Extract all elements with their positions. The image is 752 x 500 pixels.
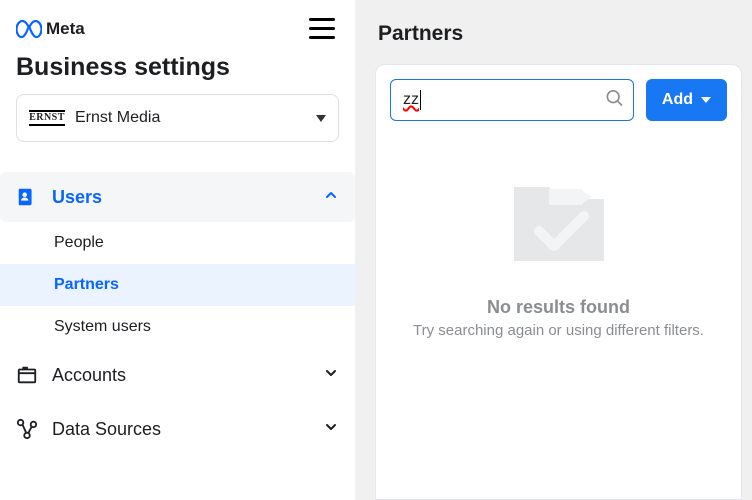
users-icon — [16, 186, 38, 208]
sidebar-item-system-users[interactable]: System users — [0, 306, 355, 348]
chevron-up-icon — [323, 187, 339, 208]
search-input[interactable]: zz — [390, 79, 634, 121]
account-picker[interactable]: ERNST Ernst Media — [16, 94, 339, 142]
sidebar: Meta Business settings ERNST Ernst Media — [0, 0, 355, 500]
chevron-down-icon — [323, 419, 339, 440]
sidebar-item-people[interactable]: People — [0, 222, 355, 264]
sidebar-section-label: Accounts — [52, 365, 126, 386]
partners-panel: zz Add No results fou — [375, 64, 742, 500]
account-logo: ERNST — [29, 108, 65, 128]
account-name: Ernst Media — [75, 109, 160, 127]
search-input-wrap: zz — [390, 79, 634, 121]
empty-title: No results found — [487, 297, 630, 318]
caret-down-icon — [316, 115, 326, 122]
accounts-icon — [16, 364, 38, 386]
sidebar-section-label: Data Sources — [52, 419, 161, 440]
text-caret — [420, 90, 421, 110]
page-title: Business settings — [16, 53, 339, 82]
caret-down-icon — [701, 97, 711, 103]
menu-icon[interactable] — [305, 14, 339, 43]
search-value: zz — [403, 91, 419, 109]
add-button[interactable]: Add — [646, 79, 727, 121]
sidebar-nav: Users People Partners System users — [0, 172, 355, 456]
meta-infinity-icon — [16, 20, 42, 38]
search-icon — [604, 88, 624, 113]
data-sources-icon — [16, 418, 38, 440]
sidebar-section-label: Users — [52, 187, 102, 208]
sidebar-item-partners[interactable]: Partners — [0, 264, 355, 306]
main-title: Partners — [355, 0, 752, 64]
chevron-down-icon — [323, 365, 339, 386]
add-button-label: Add — [662, 91, 693, 109]
sidebar-section-users[interactable]: Users — [0, 172, 355, 222]
sidebar-section-accounts[interactable]: Accounts — [0, 348, 355, 402]
brand-name: Meta — [46, 19, 85, 39]
main-pane: Partners zz Add — [355, 0, 752, 500]
sidebar-section-data-sources[interactable]: Data Sources — [0, 402, 355, 456]
meta-logo[interactable]: Meta — [16, 19, 85, 39]
empty-state: No results found Try searching again or … — [390, 169, 727, 339]
empty-subtitle: Try searching again or using different f… — [413, 322, 704, 339]
empty-folder-icon — [494, 169, 624, 279]
